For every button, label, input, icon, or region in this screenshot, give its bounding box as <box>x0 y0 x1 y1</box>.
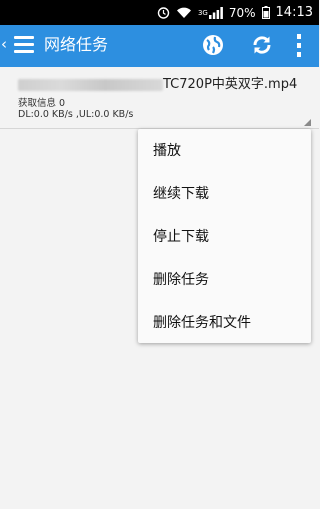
blurred-filename-prefix <box>18 78 163 91</box>
refresh-icon[interactable] <box>250 33 274 57</box>
context-menu: 播放 继续下载 停止下载 删除任务 删除任务和文件 <box>138 129 311 343</box>
task-list-item[interactable]: TC720P中英双字.mp4 获取信息 0 DL:0.0 KB/s ,UL:0.… <box>0 67 319 129</box>
alarm-icon <box>157 6 170 19</box>
task-info: 获取信息 0 <box>18 98 66 109</box>
page-title: 网络任务 <box>44 35 109 54</box>
drawer-menu-icon[interactable] <box>14 36 34 54</box>
task-file-name-text: TC720P中英双字.mp4 <box>163 77 298 92</box>
battery-percent: 70% <box>228 5 256 20</box>
battery-icon <box>261 6 270 19</box>
globe-icon[interactable] <box>201 33 225 57</box>
back-arrow-icon[interactable]: ‹ <box>1 37 7 52</box>
status-bar: 3G 70% 14:13 <box>0 0 319 25</box>
menu-item-resume-download[interactable]: 继续下载 <box>138 172 311 215</box>
item-corner-indicator-icon <box>304 119 311 126</box>
network-type-label: 3G <box>197 8 208 17</box>
signal-icon: 3G <box>197 6 223 19</box>
menu-item-stop-download[interactable]: 停止下载 <box>138 215 311 258</box>
task-file-name: TC720P中英双字.mp4 <box>18 73 297 92</box>
menu-item-delete-task-and-file[interactable]: 删除任务和文件 <box>138 300 311 343</box>
clock: 14:13 <box>275 5 313 20</box>
menu-item-delete-task[interactable]: 删除任务 <box>138 257 311 300</box>
wifi-icon <box>176 7 192 19</box>
task-speed: DL:0.0 KB/s ,UL:0.0 KB/s <box>18 109 134 120</box>
overflow-menu-icon[interactable] <box>292 32 306 60</box>
app-bar: ‹ 网络任务 <box>0 25 319 67</box>
menu-item-play[interactable]: 播放 <box>138 129 311 172</box>
